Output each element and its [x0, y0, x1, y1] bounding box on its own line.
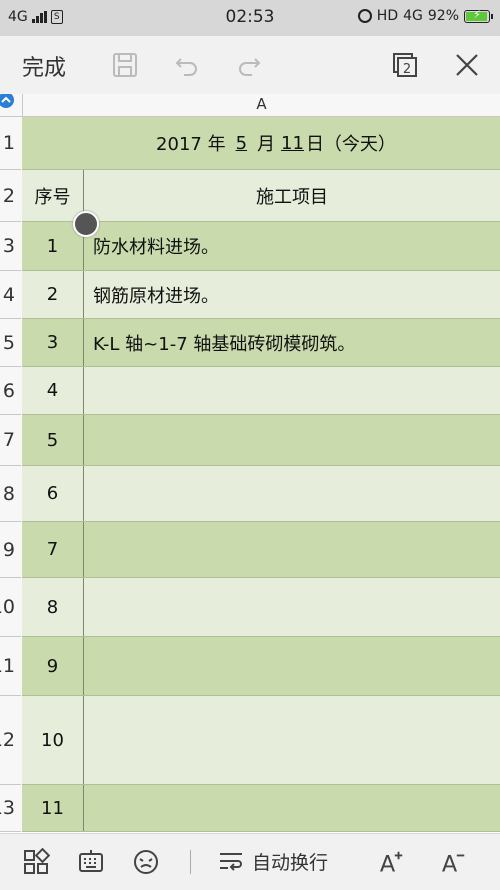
title-month-suffix: 月 — [257, 134, 276, 155]
table-row: 4 — [22, 367, 500, 415]
column-header-row: A — [0, 94, 500, 117]
table-row: 11 — [22, 785, 500, 832]
title-month: 5 — [235, 132, 248, 154]
window-switch-icon[interactable]: 2 — [390, 50, 420, 80]
status-bar: 4G S 02:53 HD 4G 92% ⚡ — [0, 0, 500, 36]
close-icon[interactable] — [452, 50, 482, 80]
font-increase-icon[interactable]: A — [378, 848, 408, 877]
row-header[interactable]: 3 — [0, 222, 21, 271]
wrap-icon — [218, 850, 244, 874]
redo-icon[interactable] — [234, 50, 264, 80]
window-count: 2 — [403, 62, 411, 77]
row-header[interactable]: 11 — [0, 637, 21, 696]
table-row: 5 — [22, 415, 500, 466]
row-header[interactable]: 5 — [0, 319, 21, 367]
row-header[interactable]: 1 — [0, 117, 21, 170]
item-cell[interactable] — [84, 522, 500, 577]
item-cell[interactable] — [84, 637, 500, 695]
item-cell[interactable] — [84, 785, 500, 831]
row-header[interactable]: 7 — [0, 415, 21, 466]
item-cell[interactable] — [84, 696, 500, 784]
item-cell[interactable] — [84, 578, 500, 636]
row-header[interactable]: 8 — [0, 466, 21, 522]
row-header[interactable]: 10 — [0, 578, 21, 637]
num-cell[interactable]: 8 — [22, 578, 84, 636]
auto-wrap-button[interactable]: 自动换行 — [218, 848, 328, 875]
row-header[interactable]: 4 — [0, 271, 21, 319]
title-cell[interactable]: 2017 年 5 月 11 日（今天） — [22, 117, 500, 169]
table-row: 9 — [22, 637, 500, 696]
row-header[interactable]: 2 — [0, 170, 21, 222]
undo-icon[interactable] — [172, 50, 202, 80]
table-row: 2 钢筋原材进场。 — [22, 271, 500, 319]
num-cell[interactable]: 5 — [22, 415, 84, 465]
num-cell[interactable]: 6 — [22, 466, 84, 521]
top-toolbar: 完成 2 — [0, 36, 500, 95]
hd-label: HD — [376, 8, 399, 24]
num-cell[interactable]: 10 — [22, 696, 84, 784]
font-decrease-icon[interactable]: A — [440, 848, 470, 877]
header-item-cell[interactable]: 施工项目 — [84, 170, 500, 221]
selection-handle[interactable] — [73, 211, 99, 237]
toolbar-divider — [190, 850, 191, 874]
title-row[interactable]: 2017 年 5 月 11 日（今天） — [22, 117, 500, 170]
svg-text:A: A — [380, 851, 396, 876]
num-cell[interactable]: 11 — [22, 785, 84, 831]
title-day-suffix: 日（今天） — [305, 134, 396, 155]
row-header[interactable]: 12 — [0, 696, 21, 785]
done-button[interactable]: 完成 — [22, 50, 66, 82]
table-row: 3 K-L 轴~1-7 轴基础砖砌模砌筑。 — [22, 319, 500, 367]
network-label-right: 4G — [403, 8, 423, 24]
save-icon[interactable] — [110, 50, 140, 80]
header-num-cell[interactable]: 序号 — [22, 170, 84, 221]
emoji-icon[interactable] — [132, 848, 160, 876]
item-cell[interactable] — [84, 415, 500, 465]
table-row: 10 — [22, 696, 500, 785]
auto-wrap-label: 自动换行 — [252, 852, 329, 874]
battery-percent: 92% — [427, 8, 459, 24]
num-cell[interactable]: 2 — [22, 271, 84, 318]
item-cell[interactable]: 防水材料进场。 — [84, 222, 500, 270]
item-cell[interactable] — [84, 367, 500, 414]
item-cell[interactable]: 钢筋原材进场。 — [84, 271, 500, 318]
num-cell[interactable]: 7 — [22, 522, 84, 577]
battery-icon: ⚡ — [464, 8, 493, 23]
row-headers: 1 2 3 4 5 6 7 8 9 10 11 12 13 — [0, 117, 23, 832]
svg-text:A: A — [442, 851, 458, 876]
title-year: 2017 年 — [156, 134, 226, 155]
row-header[interactable]: 13 — [0, 785, 21, 832]
num-cell[interactable]: 3 — [22, 319, 84, 366]
grid-icon[interactable] — [22, 847, 51, 876]
bottom-toolbar: 自动换行 A A — [0, 833, 500, 890]
column-header-a[interactable]: A — [22, 94, 500, 116]
table-row: 7 — [22, 522, 500, 578]
select-all-corner[interactable] — [0, 92, 18, 114]
table-row: 6 — [22, 466, 500, 522]
table-row: 8 — [22, 578, 500, 637]
row-header[interactable]: 9 — [0, 522, 21, 578]
item-cell[interactable]: K-L 轴~1-7 轴基础砖砌模砌筑。 — [84, 319, 500, 366]
title-day: 11 — [281, 132, 304, 154]
row-header[interactable]: 6 — [0, 367, 21, 415]
item-cell[interactable] — [84, 466, 500, 521]
num-cell[interactable]: 4 — [22, 367, 84, 414]
num-cell[interactable]: 9 — [22, 637, 84, 695]
keyboard-icon[interactable] — [77, 848, 105, 876]
alarm-icon — [357, 9, 372, 23]
